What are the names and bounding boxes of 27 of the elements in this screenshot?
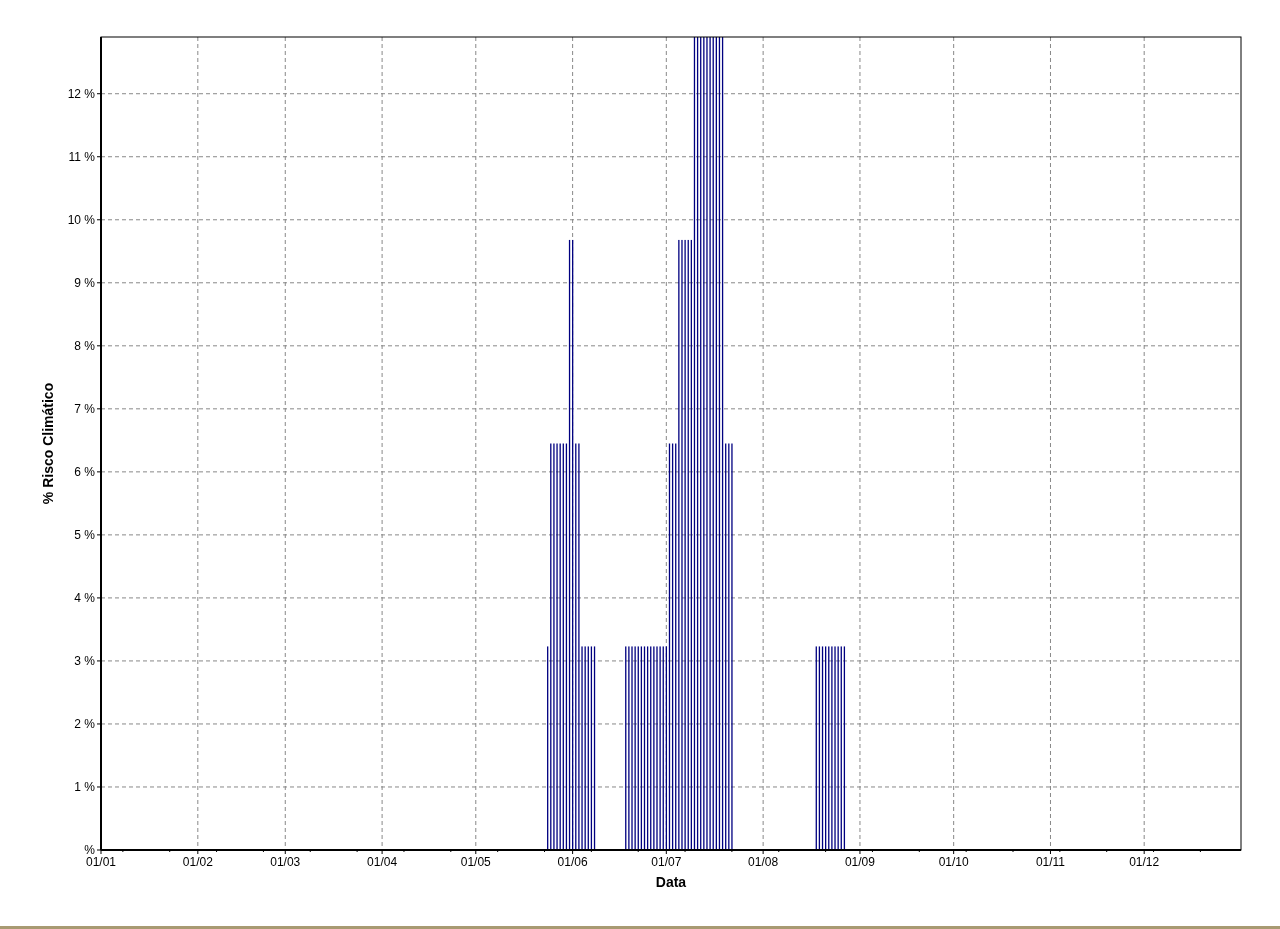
x-tick-label: 01/10 bbox=[938, 855, 969, 869]
x-tick-label: 01/11 bbox=[1035, 855, 1066, 869]
x-tick-label: 01/12 bbox=[1129, 855, 1160, 869]
y-tick-label: 7 % bbox=[74, 401, 95, 416]
y-axis-title: % Risco Climático bbox=[40, 382, 56, 505]
y-tick-label: 10 % bbox=[67, 212, 95, 227]
y-tick-label: 12 % bbox=[67, 86, 95, 101]
y-tick-label: 2 % bbox=[74, 716, 95, 731]
y-tick-label: 11 % bbox=[68, 149, 95, 164]
x-tick-label: 01/01 bbox=[86, 855, 116, 869]
x-tick-label: 01/03 bbox=[270, 855, 301, 869]
x-tick-label: 01/08 bbox=[748, 855, 779, 869]
y-tick-label: 3 % bbox=[74, 653, 95, 668]
y-tick-label: 8 % bbox=[74, 338, 95, 353]
x-axis-title: Data bbox=[655, 874, 687, 890]
x-tick-label: 01/05 bbox=[460, 855, 491, 869]
y-tick-label: 4 % bbox=[74, 590, 95, 605]
x-tick-label: 01/02 bbox=[182, 855, 213, 869]
x-tick-label: 01/07 bbox=[651, 855, 682, 869]
y-tick-label: 9 % bbox=[74, 275, 95, 290]
x-tick-label: 01/09 bbox=[844, 855, 875, 869]
y-tick-label: 6 % bbox=[74, 464, 95, 479]
y-tick-label: 1 % bbox=[74, 780, 95, 794]
y-tick-label: 5 % bbox=[74, 527, 95, 542]
y-tick-label: % bbox=[84, 843, 95, 857]
x-tick-label: 01/06 bbox=[557, 855, 588, 869]
x-tick-label: 01/04 bbox=[367, 855, 398, 869]
